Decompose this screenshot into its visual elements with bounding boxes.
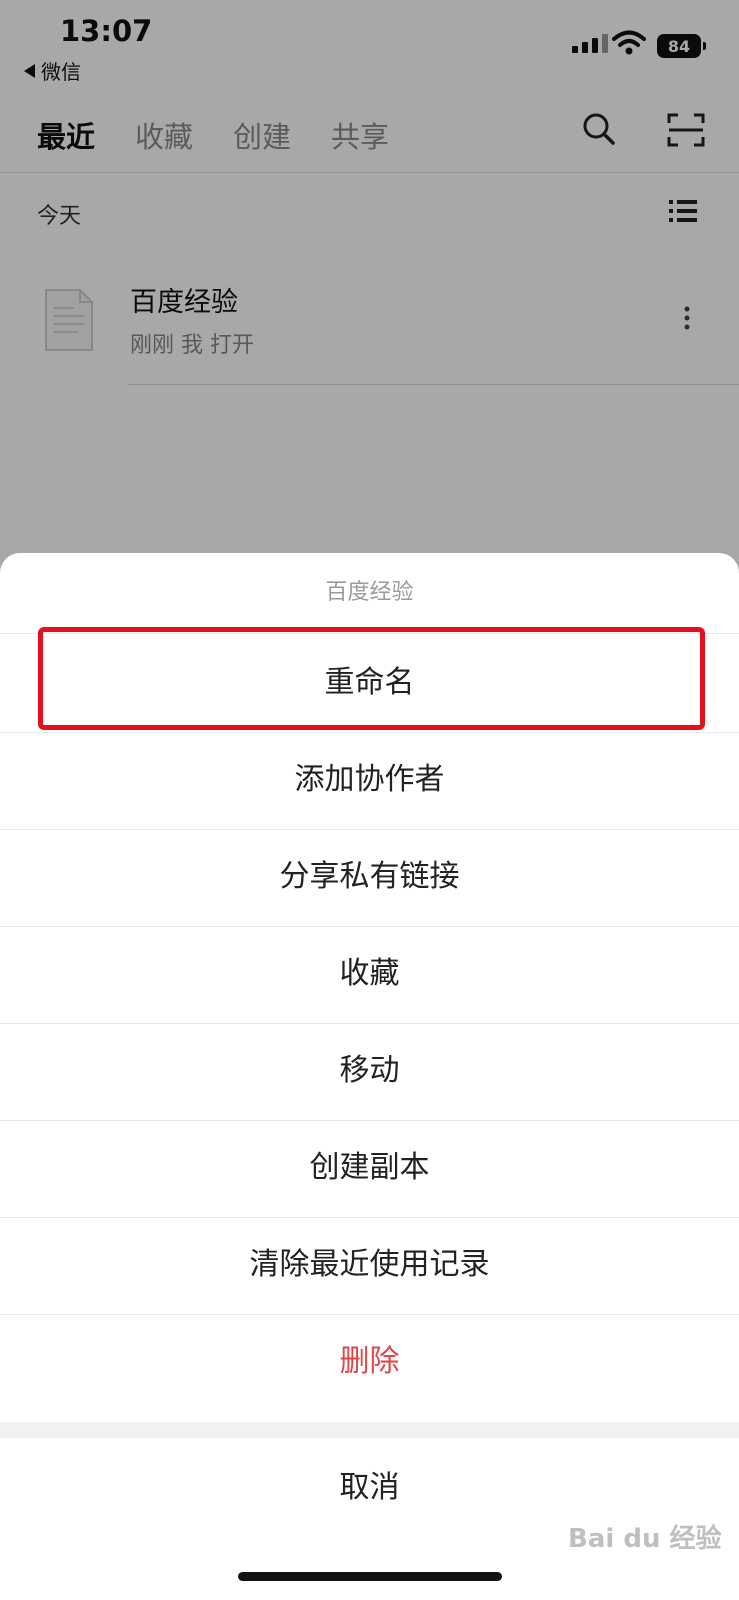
action-sheet: 百度经验 重命名 添加协作者 分享私有链接 收藏 移动 创建副本 清除最近使用记… — [0, 553, 739, 1600]
create-copy-button[interactable]: 创建副本 — [0, 1119, 739, 1218]
home-indicator[interactable] — [238, 1572, 502, 1581]
clear-recent-history-button[interactable]: 清除最近使用记录 — [0, 1216, 739, 1315]
sheet-separator — [0, 1422, 739, 1438]
watermark-logo: Bai du 经验 — [568, 1524, 722, 1554]
move-button[interactable]: 移动 — [0, 1022, 739, 1121]
favorite-button[interactable]: 收藏 — [0, 925, 739, 1024]
add-collaborator-button[interactable]: 添加协作者 — [0, 731, 739, 830]
rename-button[interactable]: 重命名 — [0, 634, 739, 733]
action-sheet-title: 百度经验 — [0, 553, 739, 634]
delete-button[interactable]: 删除 — [0, 1313, 739, 1411]
share-private-link-button[interactable]: 分享私有链接 — [0, 828, 739, 927]
